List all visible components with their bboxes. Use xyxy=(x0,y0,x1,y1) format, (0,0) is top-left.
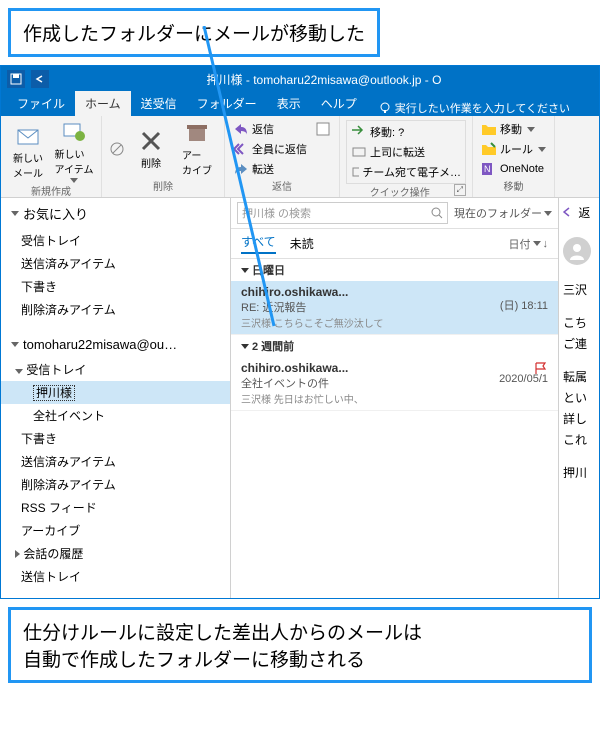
message-item-1[interactable]: chihiro.oshikawa... RE: 近況報告 三沢様 こちらこそご無… xyxy=(231,281,558,335)
reading-text: 三沢 xyxy=(563,281,595,298)
nav-sent-fav[interactable]: 送信済みアイテム xyxy=(1,252,230,275)
onenote-icon: N xyxy=(481,161,497,177)
filter-unread[interactable]: 未読 xyxy=(290,235,314,252)
tab-file[interactable]: ファイル xyxy=(7,91,75,116)
content-area: お気に入り 受信トレイ 送信済みアイテム 下書き 削除済みアイテム tomoha… xyxy=(1,198,599,598)
reply-icon xyxy=(233,121,249,137)
annotation-bottom: 仕分けルールに設定した差出人からのメールは 自動で作成したフォルダーに移動される xyxy=(8,607,592,683)
nav-archive[interactable]: アーカイブ xyxy=(1,519,230,542)
save-icon[interactable] xyxy=(7,70,25,88)
reply-button[interactable]: 返信 xyxy=(231,120,309,138)
nav-deleted[interactable]: 削除済みアイテム xyxy=(1,473,230,496)
move-button[interactable]: 移動 xyxy=(479,120,548,138)
message-list-pane: 押川様 の検索 現在のフォルダー すべて 未読 日付 ↓ 日曜日 chihiro… xyxy=(231,198,559,598)
rules-icon xyxy=(481,141,497,157)
reading-pane: 返 三沢 こち ご連 転属 とい 詳し これ 押川 xyxy=(559,198,599,598)
meeting-icon xyxy=(315,121,331,137)
mail-icon xyxy=(16,124,40,148)
tell-me-search[interactable]: 実行したい作業を入力してください xyxy=(379,100,570,116)
tab-home[interactable]: ホーム xyxy=(75,91,131,116)
reply-icon xyxy=(563,207,575,217)
sort-dropdown[interactable]: 日付 ↓ xyxy=(509,236,549,252)
archive-icon xyxy=(185,121,209,145)
avatar-icon xyxy=(563,237,591,265)
nav-all-company[interactable]: 全社イベント xyxy=(1,404,230,427)
outlook-window: 押川様 - tomoharu22misawa@outlook.jp - O ファ… xyxy=(0,65,600,599)
window-title: 押川様 - tomoharu22misawa@outlook.jp - O xyxy=(49,71,599,88)
svg-text:N: N xyxy=(484,164,491,174)
nav-outbox[interactable]: 送信トレイ xyxy=(1,565,230,588)
forward-icon xyxy=(233,161,249,177)
msg-date: (日) 18:11 xyxy=(500,297,548,313)
new-mail-button[interactable]: 新しい メール xyxy=(7,120,49,183)
reading-text: ご連 xyxy=(563,335,595,352)
title-bar: 押川様 - tomoharu22misawa@outlook.jp - O xyxy=(1,66,599,92)
message-group-sunday[interactable]: 日曜日 xyxy=(231,259,558,281)
reading-text: 転属 xyxy=(563,368,595,385)
nav-inbox[interactable]: 受信トレイ xyxy=(1,358,230,381)
reply-all-icon xyxy=(233,141,249,157)
tab-folder[interactable]: フォルダー xyxy=(187,91,267,116)
message-group-2weeks[interactable]: 2 週間前 xyxy=(231,335,558,357)
msg-date: 2020/05/1 xyxy=(499,373,548,385)
reading-text: こち xyxy=(563,314,595,331)
filter-all[interactable]: すべて xyxy=(241,233,276,254)
new-item-icon xyxy=(62,120,86,144)
tab-help[interactable]: ヘルプ xyxy=(311,91,367,116)
group-new-label: 新規作成 xyxy=(7,183,95,198)
delete-x-icon xyxy=(139,129,163,153)
group-move-label: 移動 xyxy=(479,178,548,193)
archive-button[interactable]: アー カイブ xyxy=(176,120,218,178)
group-delete-label: 削除 xyxy=(108,178,218,193)
move-arrow-icon xyxy=(351,124,367,140)
search-scope-dropdown[interactable]: 現在のフォルダー xyxy=(454,205,552,221)
folder-move-icon xyxy=(481,121,497,137)
nav-drafts[interactable]: 下書き xyxy=(1,427,230,450)
reading-text: 詳し xyxy=(563,410,595,427)
nav-oshikawa-folder[interactable]: 押川様 xyxy=(1,381,230,404)
forward-button[interactable]: 転送 xyxy=(231,160,309,178)
msg-preview: 三沢様 先日はお忙しい中、 xyxy=(241,391,548,406)
team-icon xyxy=(351,164,359,180)
annotation-top: 作成したフォルダーにメールが移動した xyxy=(8,8,380,57)
reply-all-button[interactable]: 全員に返信 xyxy=(231,140,309,158)
onenote-button[interactable]: N OneNote xyxy=(479,160,548,178)
nav-sent[interactable]: 送信済みアイテム xyxy=(1,450,230,473)
group-quick-label: クイック操作 ⤢ xyxy=(346,184,466,199)
ignore-button[interactable] xyxy=(108,120,126,178)
nav-drafts-fav[interactable]: 下書き xyxy=(1,275,230,298)
reply-button-reading[interactable]: 返 xyxy=(563,204,595,221)
quick-move-button[interactable]: 移動: ? xyxy=(349,123,463,141)
new-item-button[interactable]: 新しい アイテム xyxy=(53,120,95,183)
reading-text: これ xyxy=(563,431,595,448)
reading-text: 押川 xyxy=(563,464,595,481)
tab-view[interactable]: 表示 xyxy=(267,91,311,116)
nav-deleted-fav[interactable]: 削除済みアイテム xyxy=(1,298,230,321)
msg-preview: 三沢様 こちらこそご無沙汰して xyxy=(241,315,548,330)
navigation-pane: お気に入り 受信トレイ 送信済みアイテム 下書き 削除済みアイテム tomoha… xyxy=(1,198,231,598)
ignore-icon xyxy=(109,141,125,157)
search-input[interactable]: 押川様 の検索 xyxy=(237,202,448,224)
to-manager-button[interactable]: 上司に転送 xyxy=(349,143,463,161)
delete-button[interactable]: 削除 xyxy=(130,120,172,178)
ribbon: 新しい メール 新しい アイテム 新規作成 削除 xyxy=(1,116,599,198)
meeting-button[interactable] xyxy=(313,120,333,138)
group-respond-label: 返信 xyxy=(231,178,333,193)
nav-conv-history[interactable]: 会話の履歴 xyxy=(1,542,230,565)
nav-inbox-fav[interactable]: 受信トレイ xyxy=(1,229,230,252)
undo-icon[interactable] xyxy=(31,70,49,88)
team-mail-button[interactable]: チーム宛て電子メ… xyxy=(349,163,463,181)
favorites-header[interactable]: お気に入り xyxy=(1,198,230,229)
account-header[interactable]: tomoharu22misawa@ou… xyxy=(1,331,230,358)
ribbon-tabs: ファイル ホーム 送受信 フォルダー 表示 ヘルプ 実行したい作業を入力してくだ… xyxy=(1,92,599,116)
lightbulb-icon xyxy=(379,102,391,114)
rules-button[interactable]: ルール xyxy=(479,140,548,158)
reading-text: とい xyxy=(563,389,595,406)
message-item-2[interactable]: chihiro.oshikawa... 全社イベントの件 三沢様 先日はお忙しい… xyxy=(231,357,558,411)
tab-send-receive[interactable]: 送受信 xyxy=(131,91,187,116)
search-icon xyxy=(431,207,443,219)
nav-rss[interactable]: RSS フィード xyxy=(1,496,230,519)
to-manager-icon xyxy=(351,144,367,160)
